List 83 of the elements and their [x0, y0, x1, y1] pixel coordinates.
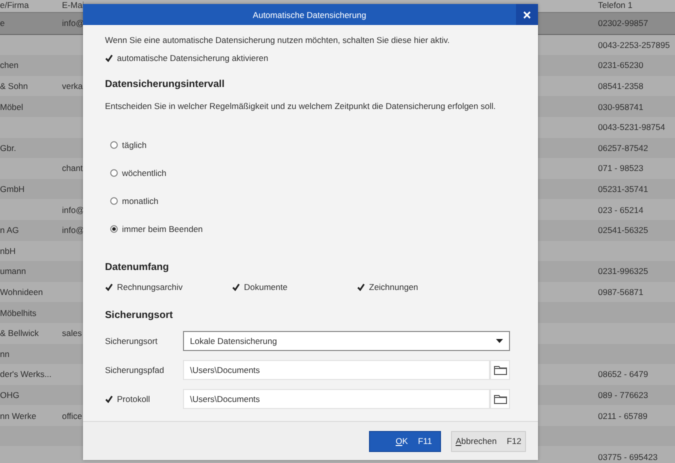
- field-value: \Users\Documents: [190, 365, 260, 375]
- dialog-title: Automatische Datensicherung: [252, 10, 368, 20]
- radio-icon[interactable]: [110, 169, 118, 177]
- table-cell-text: Möbel: [0, 102, 24, 112]
- table-cell-text: n AG: [0, 225, 20, 236]
- input-field[interactable]: \Users\Documents: [183, 389, 490, 409]
- field-value: \Users\Documents: [190, 394, 260, 404]
- close-button[interactable]: [516, 4, 538, 25]
- table-cell-text: 0231-65230: [597, 60, 644, 70]
- table-cell-text: & Sohn: [0, 81, 29, 92]
- checkmark-icon[interactable]: [357, 283, 365, 291]
- table-cell-text: & Bellwick: [0, 328, 40, 338]
- table-cell-text: 05231-35741: [597, 184, 650, 194]
- table-cell-text: 06257-87542: [597, 142, 650, 153]
- table-cell-text: Gbr.: [0, 142, 18, 153]
- field-label: Sicherungspfad: [105, 365, 166, 375]
- close-icon: [523, 10, 531, 18]
- column-header[interactable]: e/Firma: [0, 0, 62, 10]
- field-value: Lokale Datensicherung: [190, 336, 277, 346]
- section-heading: Sicherungsort: [105, 310, 174, 321]
- table-cell-text: umann: [0, 266, 27, 276]
- browse-button[interactable]: [490, 360, 510, 380]
- intro-text: Wenn Sie eine automatische Datensicherung nutzen möchten, schalten Sie diese hier aktiv.: [105, 35, 451, 45]
- radio-label[interactable]: immer beim Beenden: [122, 224, 203, 234]
- folder-icon: [494, 365, 506, 375]
- table-cell-text: 03775 - 695423: [597, 452, 659, 462]
- radio-selected-icon[interactable]: [110, 225, 118, 233]
- table-cell-text: 071 - 98523: [597, 163, 644, 174]
- table-cell: sales: [62, 328, 83, 338]
- table-cell-text: 0043-2253-257895: [597, 40, 671, 50]
- checkbox-label[interactable]: Dokumente: [244, 282, 288, 292]
- table-cell-text: 089 - 776623: [597, 390, 650, 400]
- table-cell-text: Wohnideen: [0, 287, 44, 298]
- dropdown-field[interactable]: Lokale Datensicherung: [183, 331, 510, 351]
- radio-label[interactable]: monatlich: [122, 196, 158, 206]
- table-cell-text: 0211 - 65789: [597, 410, 648, 421]
- table-cell-text: OHG: [0, 390, 20, 400]
- section-heading: Datenumfang: [105, 262, 170, 273]
- table-cell: verka: [62, 81, 83, 92]
- table-cell-text: chen: [0, 60, 20, 70]
- section-heading: Datensicherungsintervall: [105, 79, 226, 90]
- radio-icon[interactable]: [110, 197, 118, 205]
- table-cell-text: 0043-5231-98754: [597, 122, 666, 132]
- table-cell-text: nn Werke: [0, 410, 38, 421]
- table-cell-text: nbH: [0, 246, 17, 256]
- checkmark-icon[interactable]: [105, 283, 113, 291]
- description-text: Entscheiden Sie in welcher Regelmäßigkeit und zu welchem Zeitpunkt die Datensicherung erfolgen soll.: [105, 101, 497, 111]
- radio-label[interactable]: wöchentlich: [122, 168, 166, 178]
- table-cell-text: 08652 - 6479: [597, 369, 650, 380]
- table-cell: info@: [62, 204, 83, 215]
- table-cell-text: 02541-56325: [597, 225, 650, 236]
- input-field[interactable]: \Users\Documents: [183, 360, 490, 380]
- table-cell: info@: [62, 225, 83, 236]
- column-header[interactable]: Telefon 1: [594, 0, 675, 10]
- table-cell-text: 02302-99857: [597, 18, 650, 28]
- table-cell-text: 08541-2358: [597, 81, 644, 92]
- checkmark-icon[interactable]: [105, 54, 113, 62]
- ok-button[interactable]: OK F11: [369, 430, 441, 452]
- table-cell-text: GmbH: [0, 184, 26, 194]
- radio-icon[interactable]: [110, 141, 118, 149]
- folder-icon: [494, 394, 506, 404]
- table-cell-text: 030-958741: [597, 102, 644, 112]
- table-cell-text: der's Werks...: [0, 369, 53, 380]
- table-cell: info@: [62, 18, 83, 28]
- table-cell-text: Möbelhits: [0, 308, 38, 318]
- table-cell-text: e: [0, 18, 6, 28]
- column-header[interactable]: E-Mai: [62, 0, 83, 10]
- table-cell-text: 0231-996325: [597, 266, 650, 276]
- cancel-button[interactable]: Abbrechen F12: [451, 430, 526, 452]
- radio-label[interactable]: täglich: [122, 140, 147, 150]
- table-cell: office: [62, 410, 83, 421]
- table-cell-text: 023 - 65214: [597, 204, 644, 215]
- checkbox-label[interactable]: automatische Datensicherung aktivieren: [117, 53, 268, 63]
- table-cell-text: 0987-56871: [597, 287, 644, 298]
- field-label: Sicherungsort: [105, 336, 158, 346]
- checkbox-label[interactable]: Rechnungsarchiv: [117, 282, 183, 292]
- browse-button[interactable]: [490, 389, 510, 409]
- table-cell: chant: [62, 163, 83, 174]
- checkmark-icon[interactable]: [105, 395, 113, 403]
- checkmark-icon[interactable]: [232, 283, 240, 291]
- checkbox-label[interactable]: Protokoll: [117, 394, 150, 404]
- table-cell-text: nn: [0, 348, 10, 359]
- checkbox-label[interactable]: Zeichnungen: [369, 282, 418, 292]
